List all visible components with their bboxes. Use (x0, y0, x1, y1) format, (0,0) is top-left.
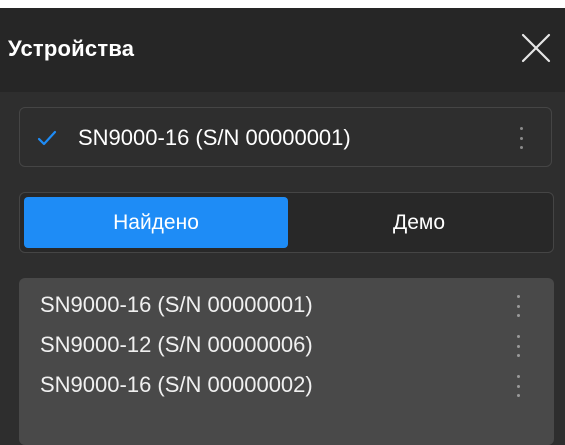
device-label: SN9000-16 (S/N 00000001) (40, 292, 313, 317)
panel-title: Устройства (8, 36, 135, 61)
devices-panel: Устройства SN9000-16 (S/N 00000001) Найд… (0, 8, 565, 445)
device-label: SN9000-16 (S/N 00000002) (40, 372, 313, 397)
list-item[interactable]: SN9000-12 (S/N 00000006) (19, 325, 554, 365)
found-device-list: SN9000-16 (S/N 00000001) SN9000-12 (S/N … (19, 278, 554, 445)
connected-device[interactable]: SN9000-16 (S/N 00000001) (19, 107, 552, 167)
device-menu-icon[interactable] (511, 335, 525, 357)
device-menu-icon[interactable] (511, 375, 525, 397)
device-menu-icon[interactable] (511, 295, 525, 317)
tab-demo[interactable]: Демо (288, 197, 550, 248)
connected-device-menu-icon[interactable] (514, 127, 528, 149)
connected-device-label: SN9000-16 (S/N 00000001) (78, 125, 351, 150)
check-icon (37, 130, 57, 146)
close-button[interactable] (518, 30, 554, 66)
close-icon (521, 33, 551, 63)
list-item[interactable]: SN9000-16 (S/N 00000001) (19, 285, 554, 325)
list-item[interactable]: SN9000-16 (S/N 00000002) (19, 365, 554, 405)
tab-found[interactable]: Найдено (24, 197, 288, 248)
device-source-tabs: Найдено Демо (19, 192, 554, 253)
panel-header: Устройства (0, 8, 565, 92)
device-label: SN9000-12 (S/N 00000006) (40, 332, 313, 357)
